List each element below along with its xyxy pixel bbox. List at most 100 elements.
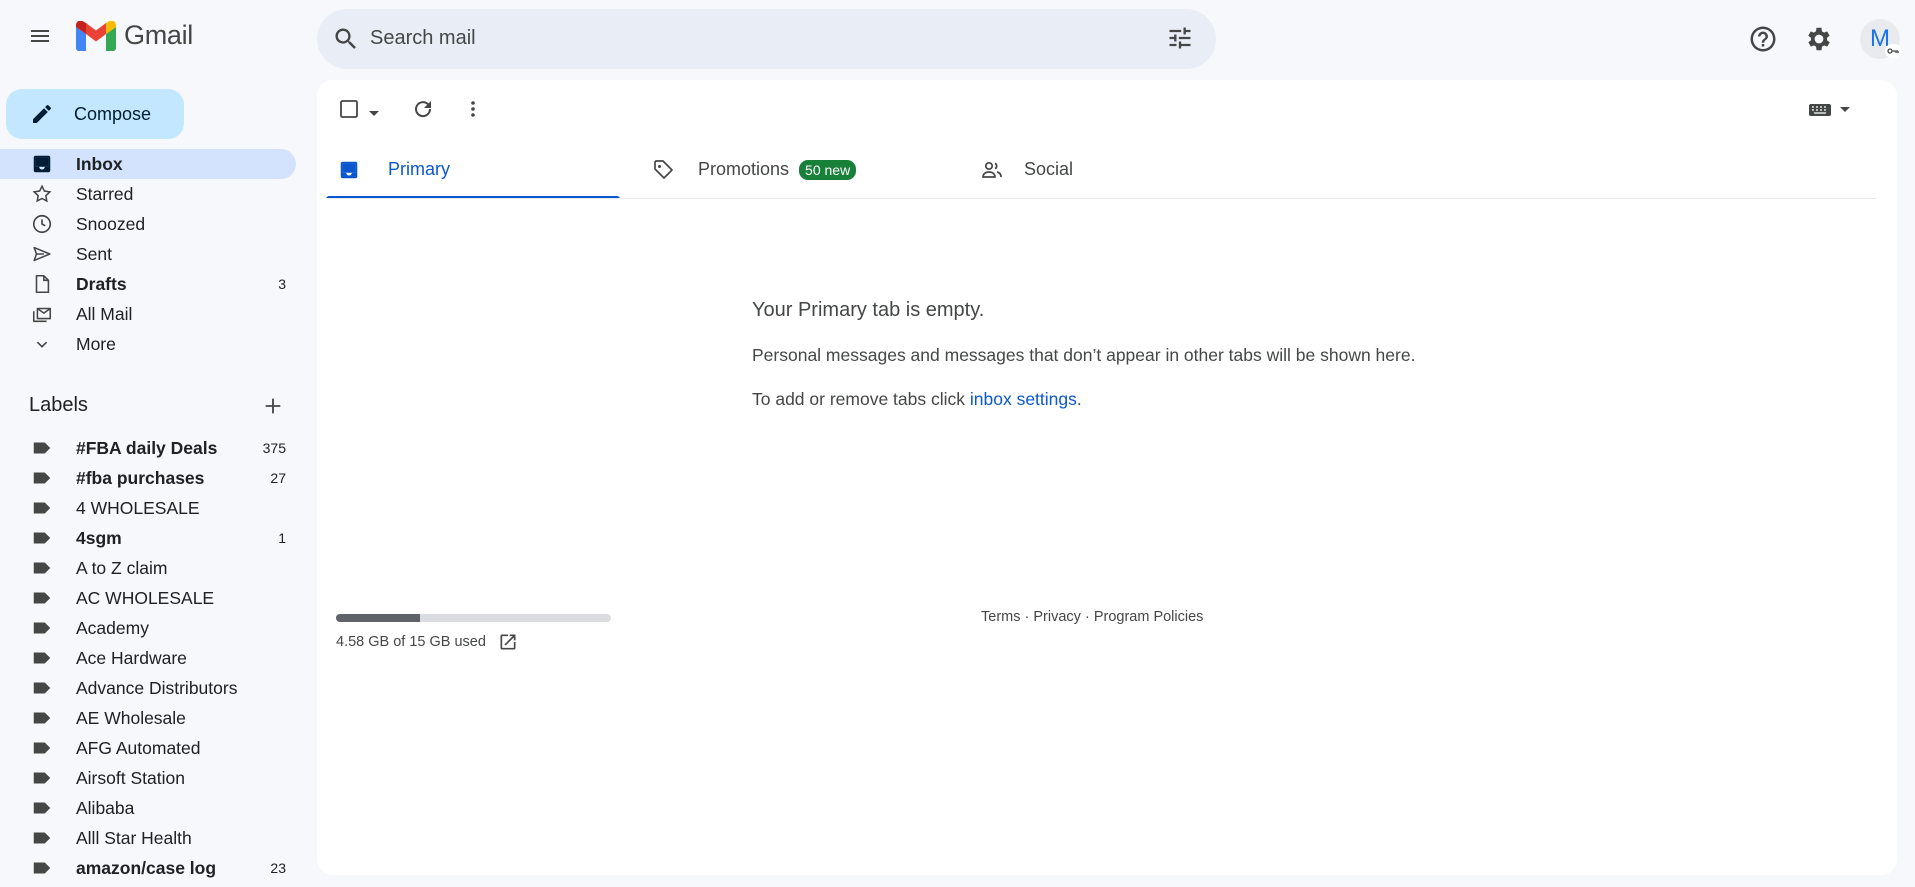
sidebar-item-starred[interactable]: Starred — [0, 179, 296, 209]
all-mail-icon — [30, 302, 54, 326]
label-count: 1 — [278, 530, 286, 546]
chevron-down-icon — [30, 332, 54, 356]
sidebar-item-count: 3 — [278, 276, 286, 292]
label-item[interactable]: AFG Automated — [0, 733, 296, 763]
select-checkbox[interactable] — [339, 99, 359, 124]
refresh-icon — [415, 101, 432, 118]
support-button[interactable] — [1748, 24, 1778, 59]
sidebar-item-sent[interactable]: Sent — [0, 239, 296, 269]
tag-icon — [652, 158, 676, 182]
compose-button[interactable]: Compose — [6, 89, 184, 139]
main-menu-button[interactable] — [22, 18, 58, 54]
sidebar-item-all-mail[interactable]: All Mail — [0, 299, 296, 329]
star-icon — [30, 182, 54, 206]
tab-primary[interactable]: Primary — [326, 140, 620, 199]
sidebar-item-label: Drafts — [76, 273, 127, 294]
search-button[interactable] — [332, 25, 360, 58]
label-icon — [30, 436, 54, 460]
label-name: Alll Star Health — [76, 827, 192, 848]
create-label-button[interactable] — [262, 395, 284, 422]
labels-heading: Labels — [29, 394, 88, 416]
label-item[interactable]: 4sgm 1 — [0, 523, 296, 553]
label-icon — [30, 856, 54, 880]
label-icon — [30, 646, 54, 670]
gmail-logo[interactable]: Gmail — [76, 20, 193, 51]
storage-usage: 4.58 GB of 15 GB used — [336, 634, 486, 650]
more-actions-button[interactable] — [461, 97, 485, 126]
label-count: 375 — [262, 440, 286, 456]
input-tools-button[interactable] — [1808, 100, 1852, 125]
open-in-new-icon — [500, 634, 516, 650]
sidebar-item-label: All Mail — [76, 303, 133, 324]
label-item[interactable]: Advance Distributors — [0, 673, 296, 703]
label-name: amazon/case log — [76, 857, 217, 878]
inbox-settings-link[interactable]: inbox settings — [970, 389, 1077, 409]
privacy-link[interactable]: Privacy — [1033, 609, 1081, 625]
sidebar-item-label: Inbox — [76, 153, 123, 174]
label-name: #fba purchases — [76, 467, 205, 488]
refresh-button[interactable] — [411, 97, 435, 126]
program-policies-link[interactable]: Program Policies — [1094, 609, 1204, 625]
label-item[interactable]: AE Wholesale — [0, 703, 296, 733]
label-item[interactable]: #fba purchases 27 — [0, 463, 296, 493]
label-icon — [30, 466, 54, 490]
label-name: #FBA daily Deals — [76, 437, 218, 458]
label-item[interactable]: Alll Star Health — [0, 823, 296, 853]
tab-promotions[interactable]: Promotions 50 new — [650, 140, 950, 199]
tune-icon — [1169, 27, 1191, 49]
label-item[interactable]: 4 WHOLESALE — [0, 493, 296, 523]
storage-bar — [336, 614, 611, 622]
footer-separator: · — [1080, 609, 1094, 625]
terms-link[interactable]: Terms — [981, 609, 1020, 625]
footer-links: Terms · Privacy · Program Policies — [981, 609, 1203, 625]
label-name: AFG Automated — [76, 737, 201, 758]
label-name: Academy — [76, 617, 149, 638]
label-name: 4 WHOLESALE — [76, 497, 200, 518]
label-item[interactable]: #FBA daily Deals 375 — [0, 433, 296, 463]
label-item[interactable]: Ace Hardware — [0, 643, 296, 673]
gear-icon — [1808, 27, 1830, 51]
tabs-divider — [326, 198, 1876, 199]
search-input[interactable] — [370, 20, 1150, 56]
send-icon — [30, 242, 54, 266]
label-item[interactable]: Airsoft Station — [0, 763, 296, 793]
empty-state-title: Your Primary tab is empty. — [752, 299, 985, 321]
label-name: AE Wholesale — [76, 707, 186, 728]
label-name: A to Z claim — [76, 557, 168, 578]
sidebar-item-label: Starred — [76, 183, 134, 204]
label-list: #FBA daily Deals 375 #fba purchases 27 4 WHO… — [0, 433, 296, 883]
settings-button[interactable] — [1804, 24, 1834, 59]
label-item[interactable]: amazon/case log 23 — [0, 853, 296, 883]
sidebar-item-inbox[interactable]: Inbox — [0, 149, 296, 179]
label-name: Ace Hardware — [76, 647, 187, 668]
select-dropdown[interactable] — [367, 105, 381, 123]
empty-state-settings-hint: To add or remove tabs click inbox settin… — [752, 389, 1082, 410]
draft-icon — [30, 272, 54, 296]
label-name: Airsoft Station — [76, 767, 185, 788]
clock-icon — [30, 212, 54, 236]
label-item[interactable]: A to Z claim — [0, 553, 296, 583]
people-icon — [980, 158, 1004, 182]
settings-hint-text: To add or remove tabs click — [752, 389, 970, 409]
storage-fill — [336, 614, 420, 622]
search-icon — [335, 28, 356, 49]
label-item[interactable]: Academy — [0, 613, 296, 643]
label-icon — [30, 586, 54, 610]
sidebar-item-label: More — [76, 333, 116, 354]
sidebar-item-drafts[interactable]: Drafts 3 — [0, 269, 296, 299]
sidebar-item-more[interactable]: More — [0, 329, 296, 359]
gmail-logo-text: Gmail — [124, 20, 194, 50]
label-item[interactable]: AC WHOLESALE — [0, 583, 296, 613]
key-icon — [1885, 44, 1901, 58]
label-item[interactable]: Alibaba — [0, 793, 296, 823]
sidebar-item-snoozed[interactable]: Snoozed — [0, 209, 296, 239]
manage-storage-link[interactable] — [498, 632, 518, 657]
label-icon — [30, 496, 54, 520]
label-icon — [30, 766, 54, 790]
main-panel — [317, 80, 1897, 875]
label-icon — [30, 556, 54, 580]
inbox-icon — [338, 159, 360, 181]
label-count: 27 — [270, 470, 286, 486]
search-options-button[interactable] — [1166, 24, 1194, 57]
tab-social[interactable]: Social — [966, 140, 1266, 199]
